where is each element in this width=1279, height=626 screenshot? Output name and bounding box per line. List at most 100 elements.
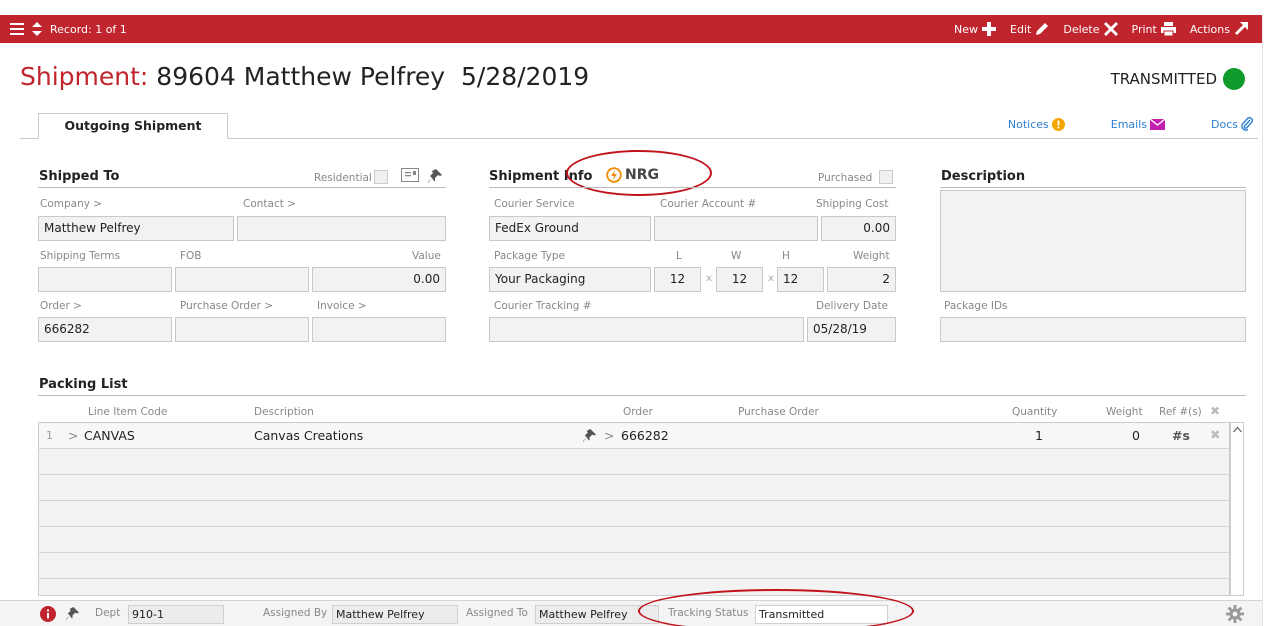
header-close-icon[interactable]: ✖ <box>1210 404 1220 418</box>
x-icon <box>1103 22 1118 36</box>
empty-row <box>39 449 1229 475</box>
table-row[interactable]: 1 > CANVAS Canvas Creations > 666282 1 0… <box>39 423 1229 449</box>
courier-service-field[interactable]: FedEx Ground <box>489 216 651 241</box>
col-quantity[interactable]: Quantity <box>1012 406 1057 418</box>
package-type-field[interactable]: Your Packaging <box>489 267 651 292</box>
shipping-terms-field[interactable] <box>38 267 172 292</box>
print-button[interactable]: Print <box>1132 22 1176 36</box>
hash-refs-icon[interactable]: #s <box>1172 428 1190 443</box>
highlight-ellipse-tracking <box>638 589 914 626</box>
delete-button[interactable]: Delete <box>1063 22 1118 36</box>
package-ids-field[interactable] <box>940 317 1246 342</box>
invoice-label[interactable]: Invoice > <box>317 300 367 312</box>
plus-icon <box>982 22 997 36</box>
row-pin-icon[interactable] <box>583 429 596 442</box>
length-field[interactable]: 12 <box>654 267 701 292</box>
row-order: 666282 <box>621 428 669 443</box>
height-field[interactable]: 12 <box>777 267 824 292</box>
row-code: CANVAS <box>84 428 135 443</box>
residential-checkbox[interactable] <box>374 170 388 184</box>
row-quantity: 1 <box>1035 428 1043 443</box>
shipping-cost-label: Shipping Cost <box>816 198 889 210</box>
row-expand-arrow[interactable]: > <box>68 428 78 443</box>
window-scrollbar[interactable] <box>1262 15 1279 626</box>
empty-row <box>39 501 1229 527</box>
col-order[interactable]: Order <box>623 406 653 418</box>
packing-list-grid: 1 > CANVAS Canvas Creations > 666282 1 0… <box>38 422 1230 596</box>
delivery-date-field[interactable]: 05/28/19 <box>807 317 896 342</box>
description-field[interactable] <box>940 190 1246 292</box>
shipping-cost-field[interactable]: 0.00 <box>821 216 896 241</box>
assigned-by-label: Assigned By <box>263 607 328 619</box>
row-weight: 0 <box>1132 428 1140 443</box>
actions-button[interactable]: Actions <box>1190 22 1248 36</box>
sort-updown-icon[interactable] <box>32 22 42 36</box>
envelope-icon <box>1150 118 1166 130</box>
row-order-arrow[interactable]: > <box>604 428 614 443</box>
packing-list-header: Line Item Code Description Order Purchas… <box>38 404 1238 422</box>
courier-account-label: Courier Account # <box>660 198 757 210</box>
shipped-to-divider <box>38 187 446 188</box>
status-indicator: TRANSMITTED <box>1111 68 1245 90</box>
warning-icon <box>1051 117 1065 131</box>
purchase-order-field[interactable] <box>175 317 309 342</box>
status-dot-icon <box>1223 68 1245 90</box>
purchase-order-label[interactable]: Purchase Order > <box>180 300 273 312</box>
length-label: L <box>676 250 682 262</box>
edit-button[interactable]: Edit <box>1010 22 1049 36</box>
contact-field[interactable] <box>237 216 446 241</box>
emails-link[interactable]: Emails <box>1111 117 1166 131</box>
courier-tracking-field[interactable] <box>489 317 804 342</box>
paperclip-icon <box>1241 117 1253 131</box>
shipped-to-heading: Shipped To <box>39 169 120 184</box>
menu-icon[interactable] <box>10 23 24 35</box>
new-label: New <box>954 22 979 36</box>
assigned-by-field[interactable]: Matthew Pelfrey <box>332 605 458 624</box>
page-title: Shipment: 89604 Matthew Pelfrey 5/28/201… <box>20 62 589 91</box>
edit-label: Edit <box>1010 22 1032 36</box>
col-weight[interactable]: Weight <box>1106 406 1143 418</box>
docs-link[interactable]: Docs <box>1211 117 1253 131</box>
title-label: Shipment: <box>20 62 149 91</box>
tab-outgoing-shipment[interactable]: Outgoing Shipment <box>38 113 228 139</box>
width-field[interactable]: 12 <box>716 267 763 292</box>
contact-label[interactable]: Contact > <box>243 198 296 210</box>
info-icon[interactable] <box>40 606 56 622</box>
pin-icon[interactable] <box>428 169 442 183</box>
order-label[interactable]: Order > <box>40 300 82 312</box>
company-field[interactable]: Matthew Pelfrey <box>38 216 234 241</box>
courier-service-label: Courier Service <box>494 198 575 210</box>
row-delete-icon[interactable]: ✖ <box>1210 427 1220 442</box>
delete-label: Delete <box>1063 22 1100 36</box>
dept-field[interactable]: 910-1 <box>128 605 224 624</box>
description-divider <box>940 187 1246 188</box>
fob-label: FOB <box>180 250 202 262</box>
courier-account-field[interactable] <box>654 216 818 241</box>
scroll-up-icon[interactable] <box>1233 426 1242 433</box>
gear-icon[interactable] <box>1226 605 1244 623</box>
notices-link[interactable]: Notices <box>1008 117 1065 131</box>
grid-scrollbar[interactable] <box>1230 422 1244 596</box>
col-line-item-code[interactable]: Line Item Code <box>88 406 167 418</box>
top-margin <box>0 0 1279 15</box>
height-label: H <box>782 250 790 262</box>
invoice-field[interactable] <box>312 317 446 342</box>
fob-field[interactable] <box>175 267 309 292</box>
col-refs[interactable]: Ref #(s) <box>1159 406 1202 418</box>
print-label: Print <box>1131 22 1157 36</box>
packing-list-divider <box>38 395 1246 396</box>
printer-icon <box>1160 22 1176 36</box>
address-card-icon[interactable] <box>401 168 419 182</box>
pin-icon[interactable] <box>66 607 79 620</box>
company-label[interactable]: Company > <box>40 198 102 210</box>
residential-label: Residential <box>314 172 372 184</box>
col-description[interactable]: Description <box>254 406 314 418</box>
new-button[interactable]: New <box>954 22 997 36</box>
weight-label: Weight <box>853 250 890 262</box>
value-field[interactable]: 0.00 <box>312 267 446 292</box>
weight-field[interactable]: 2 <box>827 267 896 292</box>
purchased-checkbox[interactable] <box>879 170 893 184</box>
title-value: 89604 Matthew Pelfrey 5/28/2019 <box>156 62 590 91</box>
col-purchase-order[interactable]: Purchase Order <box>738 406 819 418</box>
order-field[interactable]: 666282 <box>38 317 172 342</box>
